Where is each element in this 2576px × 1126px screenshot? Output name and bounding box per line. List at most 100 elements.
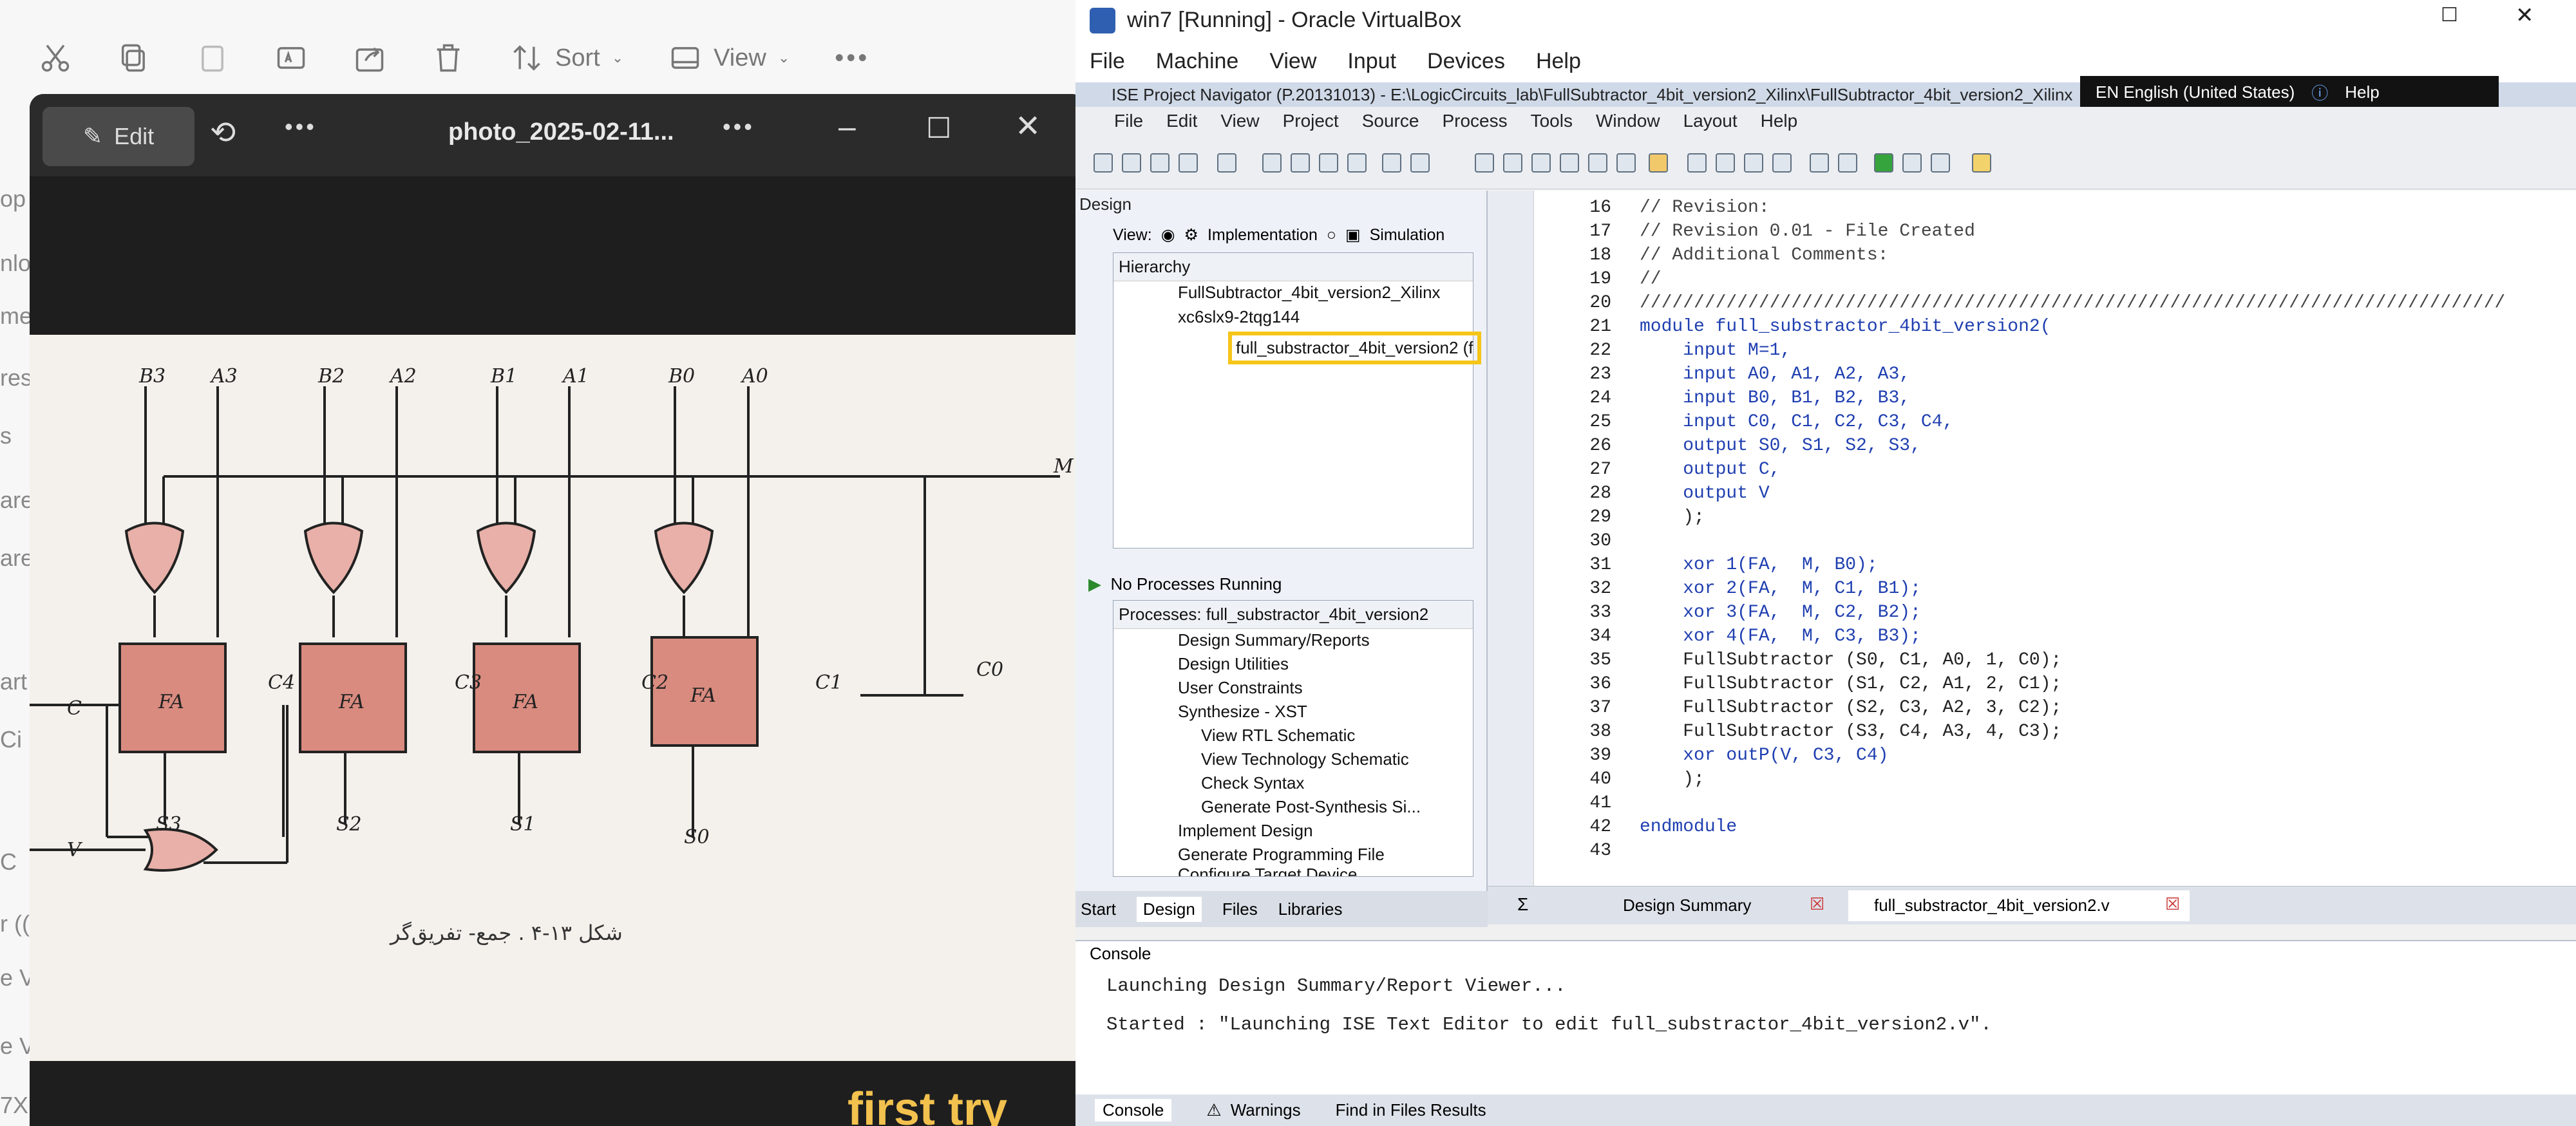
hierarchy-header: Hierarchy — [1113, 253, 1473, 281]
cut-icon[interactable] — [1262, 153, 1282, 173]
ise-menu-layout[interactable]: Layout — [1683, 111, 1738, 131]
menu-view[interactable]: View — [1269, 49, 1316, 74]
menu-help[interactable]: Help — [1536, 49, 1581, 74]
ise-menu-view[interactable]: View — [1220, 111, 1259, 131]
undo-icon[interactable] — [1382, 153, 1401, 173]
menu-input[interactable]: Input — [1347, 49, 1396, 74]
process-item[interactable]: Check Syntax — [1201, 773, 1304, 793]
process-item[interactable]: User Constraints — [1178, 678, 1303, 698]
menu-devices[interactable]: Devices — [1427, 49, 1505, 74]
simulation-label[interactable]: Simulation — [1370, 226, 1445, 245]
tree-item-module[interactable]: full_substractor_4bit_version2 (f — [1228, 332, 1481, 364]
paste-button[interactable] — [196, 41, 229, 75]
save-icon[interactable] — [1150, 153, 1170, 173]
sort-button[interactable]: Sort ⌄ — [510, 41, 623, 75]
cascade-icon[interactable] — [1716, 153, 1735, 173]
find-icon[interactable] — [1588, 153, 1607, 173]
tools-icon[interactable] — [1810, 153, 1829, 173]
cut-button[interactable] — [39, 41, 72, 75]
refresh-icon[interactable] — [1616, 153, 1636, 173]
summary-icon[interactable] — [1902, 153, 1922, 173]
close-icon[interactable]: ✕ — [2515, 3, 2534, 28]
process-item[interactable]: Generate Programming File — [1178, 845, 1385, 865]
process-item[interactable]: View Technology Schematic — [1201, 749, 1409, 769]
pointer-icon[interactable] — [1649, 153, 1668, 173]
close-tab-icon[interactable]: ☒ — [1810, 894, 1824, 914]
maximize-icon[interactable]: ☐ — [2441, 4, 2458, 26]
view-button[interactable]: View ⌄ — [668, 41, 790, 75]
code-line: FullSubtractor (S0, C1, A0, 1, C0); — [1640, 650, 2062, 670]
window-icon[interactable] — [1772, 153, 1792, 173]
more-icon[interactable]: ••• — [285, 113, 317, 140]
tab-design-summary[interactable]: Design Summary — [1623, 896, 1751, 915]
tab-find-results[interactable]: Find in Files Results — [1336, 1100, 1486, 1120]
open-folder-icon[interactable] — [1122, 153, 1141, 173]
code-editor[interactable]: 16 17 18 19 20 21 22 23 24 25 26 27 28 29 30 31 32 33 34 35… — [1488, 191, 2576, 886]
tree-item-device[interactable]: xc6slx9-2tqg144 — [1178, 307, 1300, 327]
ise-menu-project[interactable]: Project — [1283, 111, 1339, 131]
play-icon[interactable]: ▶ — [1088, 574, 1101, 594]
radio-simulation[interactable]: ○ — [1327, 226, 1336, 245]
menu-machine[interactable]: Machine — [1156, 49, 1239, 74]
process-item[interactable]: Design Summary/Reports — [1178, 630, 1370, 650]
tab-warnings[interactable]: Warnings — [1231, 1100, 1301, 1120]
tab-verilog-file[interactable]: full_substractor_4bit_version2.v — [1874, 896, 2110, 915]
help-icon[interactable] — [1838, 153, 1857, 173]
tab-console[interactable]: Console — [1095, 1099, 1172, 1121]
ise-menu-help[interactable]: Help — [1761, 111, 1798, 131]
more-options-button[interactable]: ••• — [835, 44, 869, 73]
edit-button[interactable]: ✎ Edit — [43, 107, 194, 166]
zoom-in-icon[interactable] — [1475, 153, 1494, 173]
ise-menu-file[interactable]: File — [1114, 111, 1143, 131]
ise-menu-source[interactable]: Source — [1362, 111, 1419, 131]
copy-icon[interactable] — [1291, 153, 1310, 173]
process-item[interactable]: Configure Target Device — [1178, 865, 1357, 876]
ise-menu-tools[interactable]: Tools — [1531, 111, 1573, 131]
more-icon[interactable]: ••• — [723, 113, 755, 140]
ise-menu-process[interactable]: Process — [1442, 111, 1507, 131]
implementation-label[interactable]: Implementation — [1208, 226, 1318, 245]
delete-icon[interactable] — [1347, 153, 1367, 173]
share-button[interactable] — [353, 41, 386, 75]
close-tab-icon[interactable]: ☒ — [2165, 894, 2180, 914]
ise-menu-edit[interactable]: Edit — [1166, 111, 1197, 131]
rename-button[interactable] — [274, 41, 308, 75]
process-item[interactable]: Generate Post-Synthesis Si... — [1201, 797, 1421, 817]
paste-icon[interactable] — [1319, 153, 1338, 173]
rotate-icon[interactable]: ⟲ — [210, 115, 236, 151]
lightbulb-icon[interactable] — [1972, 153, 1991, 173]
tree-item-project[interactable]: FullSubtractor_4bit_version2_Xilinx — [1178, 283, 1441, 303]
layout-icon[interactable] — [1687, 153, 1707, 173]
copy-button[interactable] — [117, 41, 151, 75]
redo-icon[interactable] — [1410, 153, 1430, 173]
save-all-icon[interactable] — [1179, 153, 1198, 173]
print-icon[interactable] — [1217, 153, 1236, 173]
radio-implementation[interactable]: ◉ — [1161, 225, 1175, 245]
ise-menu-window[interactable]: Window — [1596, 111, 1660, 131]
tab-files[interactable]: Files — [1222, 899, 1258, 919]
verilog-code[interactable]: // Revision: // Revision 0.01 - File Crea… — [1640, 196, 2505, 863]
tile-icon[interactable] — [1744, 153, 1763, 173]
close-icon[interactable]: ✕ — [1015, 108, 1041, 144]
process-item[interactable]: Design Utilities — [1178, 654, 1289, 674]
maximize-icon[interactable]: ☐ — [926, 112, 951, 145]
process-item[interactable]: Implement Design — [1178, 821, 1313, 841]
language-indicator[interactable]: EN English (United States) — [2096, 82, 2295, 102]
photo-image: B3 A3 B2 A2 B1 A1 B0 A0 FA FA FA FA C4 C… — [30, 335, 1086, 1061]
tab-design[interactable]: Design — [1136, 896, 1202, 922]
new-file-icon[interactable] — [1094, 153, 1113, 173]
language-bar[interactable]: EN English (United States) ⓘ Help — [2080, 76, 2499, 108]
process-item[interactable]: View RTL Schematic — [1201, 726, 1355, 746]
zoom-out-icon[interactable] — [1503, 153, 1522, 173]
delete-button[interactable] — [431, 41, 465, 75]
tab-start[interactable]: Start — [1081, 899, 1116, 919]
zoom-selection-icon[interactable] — [1560, 153, 1579, 173]
run-icon[interactable] — [1874, 153, 1893, 173]
zoom-full-icon[interactable] — [1531, 153, 1551, 173]
implement-icon[interactable] — [1931, 153, 1950, 173]
process-item[interactable]: Synthesize - XST — [1178, 702, 1307, 722]
minimize-icon[interactable]: – — [838, 109, 856, 145]
menu-file[interactable]: File — [1090, 49, 1125, 74]
help-label[interactable]: Help — [2345, 82, 2379, 102]
tab-libraries[interactable]: Libraries — [1278, 899, 1343, 919]
